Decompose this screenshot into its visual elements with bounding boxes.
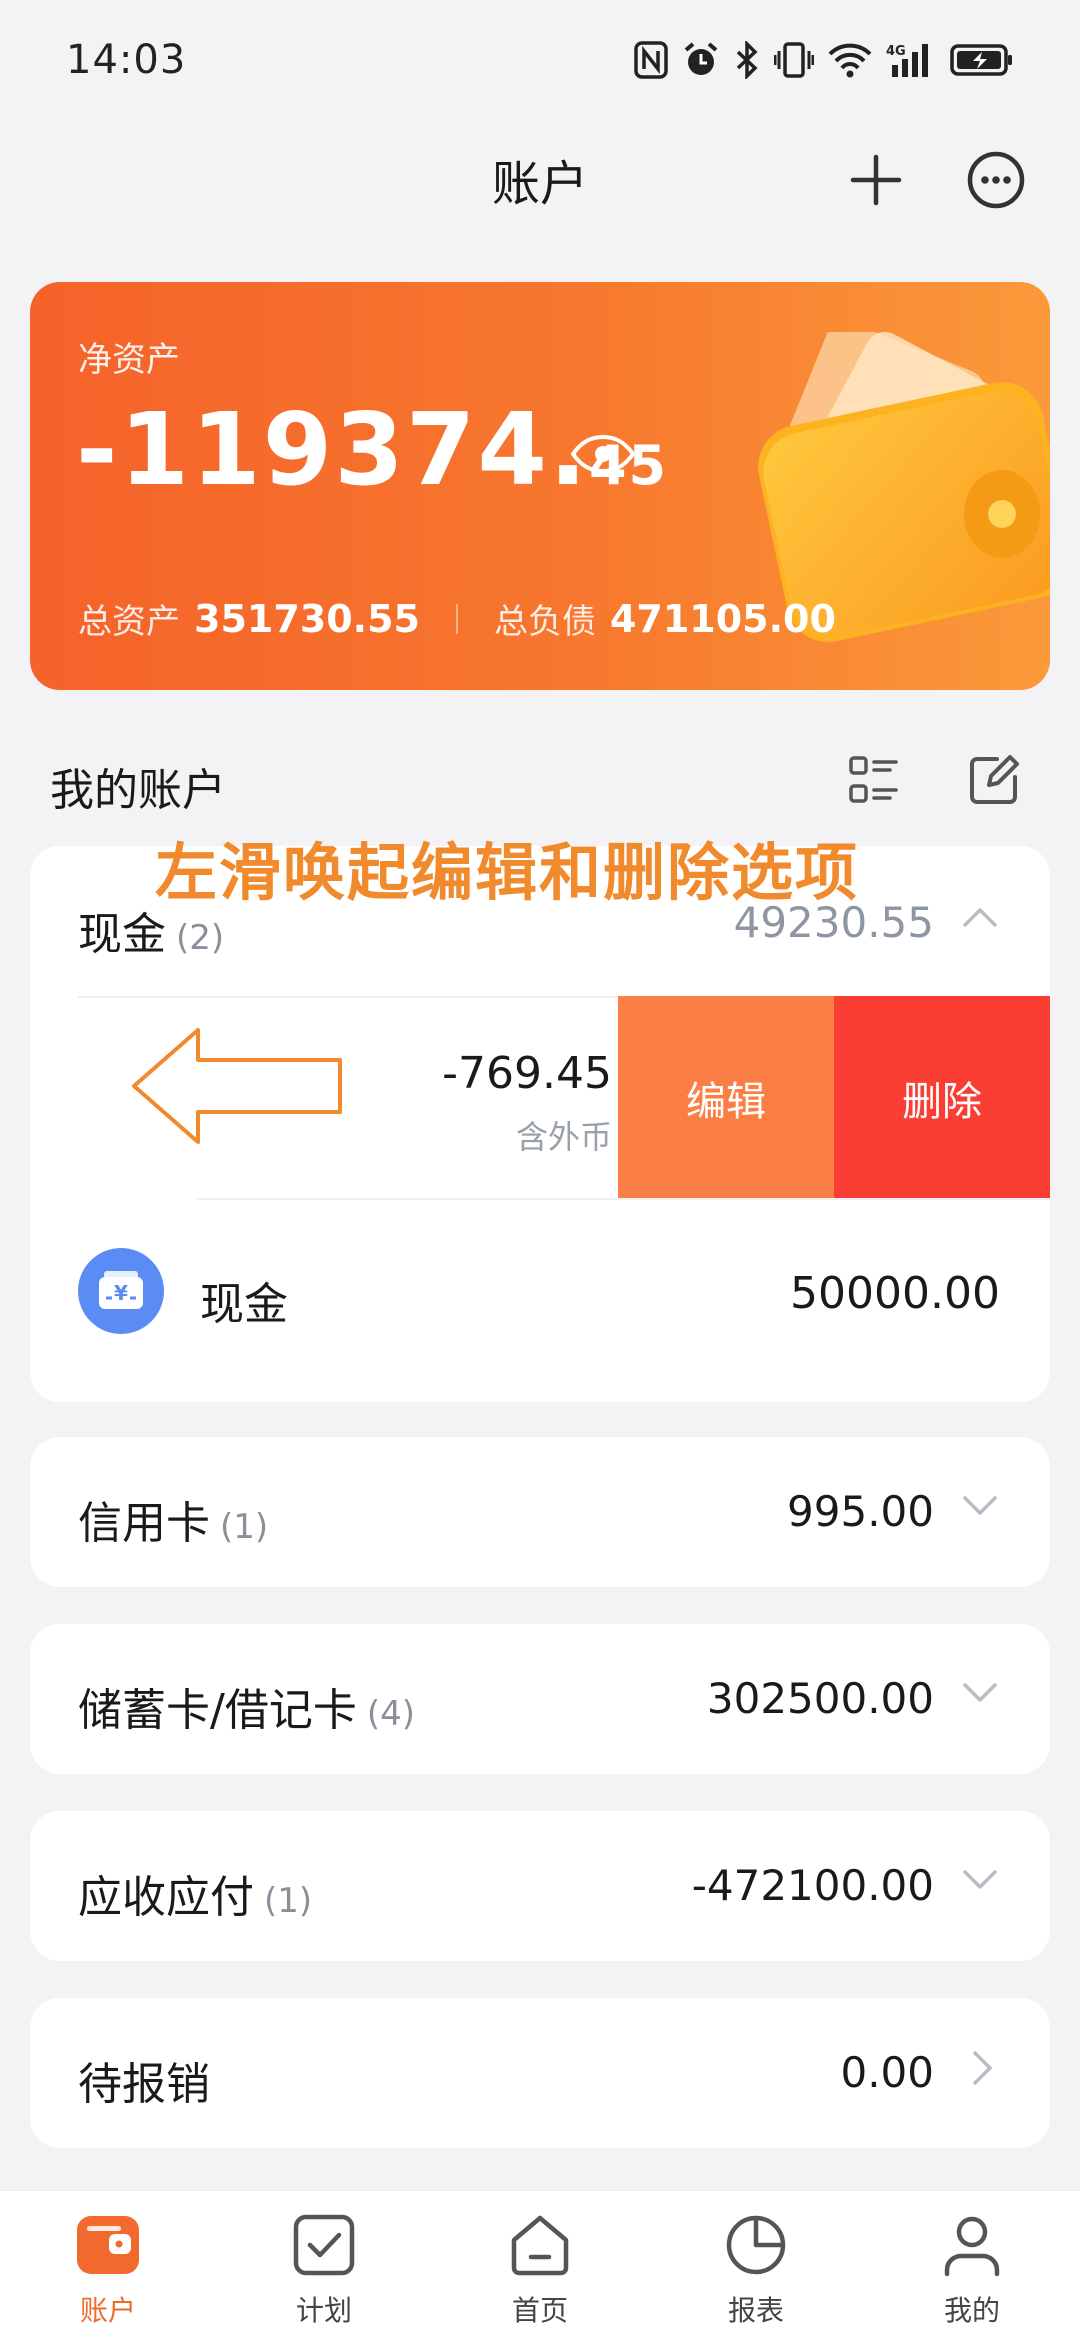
group-title: 应收应付 (1) — [78, 1861, 312, 1925]
group-name: 应收应付 — [78, 1872, 254, 1923]
total-liabilities-value: 471105.00 — [609, 596, 836, 641]
tab-accounts[interactable]: 账户 — [48, 2209, 168, 2340]
group-count: (1) — [264, 1881, 313, 1921]
tab-label: 报表 — [727, 2294, 784, 2327]
plus-icon — [850, 154, 902, 206]
group-amount: 0.00 — [840, 2048, 934, 2097]
arrow-left-icon — [132, 1028, 342, 1144]
account-group-credit-card[interactable]: 信用卡 (1) 995.00 — [30, 1437, 1050, 1587]
chevron-down-icon[interactable] — [962, 1869, 998, 1891]
net-asset-label: 净资产 — [78, 340, 180, 380]
add-account-button[interactable] — [838, 142, 914, 218]
cash-wallet-icon: ¥ — [78, 1248, 164, 1334]
pie-chart-icon — [720, 2209, 792, 2281]
group-count: (4) — [366, 1694, 415, 1734]
group-name: 信用卡 — [78, 1498, 210, 1549]
status-bar: 14:03 4G — [0, 0, 1080, 120]
signal-4g-icon: 4G — [886, 44, 928, 77]
total-assets-value: 351730.55 — [194, 596, 420, 641]
alarm-icon — [684, 42, 718, 75]
chevron-down-icon[interactable] — [962, 1682, 998, 1704]
nfc-icon — [634, 41, 668, 79]
total-assets-label: 总资产 — [78, 602, 180, 642]
tab-label: 计划 — [295, 2294, 352, 2327]
edit-accounts-button[interactable] — [962, 748, 1026, 812]
tab-label: 首页 — [511, 2294, 568, 2327]
person-icon — [936, 2209, 1008, 2281]
tab-plan[interactable]: 计划 — [264, 2209, 384, 2340]
net-asset-card[interactable]: 净资产 -119374.45 总资产 351730.55 总负债 471105.… — [30, 282, 1050, 690]
checkbox-icon — [288, 2209, 360, 2281]
edit-button[interactable]: 编辑 — [618, 996, 834, 1200]
chevron-up-icon[interactable] — [962, 906, 998, 928]
bluetooth-icon — [736, 41, 758, 79]
chevron-down-icon[interactable] — [962, 1495, 998, 1517]
account-amount: -769.45 — [442, 1048, 612, 1099]
list-view-icon — [849, 756, 898, 803]
total-liabilities-label: 总负债 — [493, 602, 596, 642]
group-name: 现金 — [78, 909, 166, 960]
vibrate-icon — [774, 42, 814, 78]
group-count: (2) — [176, 918, 225, 958]
group-title: 信用卡 (1) — [78, 1487, 268, 1551]
battery-charging-icon — [950, 44, 1012, 76]
group-amount: -472100.00 — [691, 1861, 934, 1910]
group-amount: 995.00 — [787, 1487, 934, 1536]
title-bar: 账户 — [0, 120, 1080, 240]
group-title: 待报销 — [78, 2048, 210, 2112]
more-button[interactable] — [958, 142, 1034, 218]
status-icons: 4G — [634, 41, 1014, 79]
edit-icon — [970, 755, 1019, 804]
summary-divider — [455, 603, 458, 634]
account-group-cash: 现金 (2) 49230.55 -769.45 含外币 编辑 删除 ¥ 现金 50… — [30, 846, 1050, 1402]
tab-label: 我的 — [943, 2294, 1000, 2327]
net-asset-value-int: -119374. — [76, 391, 589, 508]
my-accounts-header: 我的账户 — [0, 740, 1080, 820]
more-icon — [967, 151, 1025, 209]
my-accounts-title: 我的账户 — [50, 765, 226, 816]
tab-reports[interactable]: 报表 — [696, 2209, 816, 2340]
swipe-hint-annotation: 左滑唤起编辑和删除选项 — [155, 836, 860, 909]
tab-label: 账户 — [79, 2294, 136, 2327]
eye-icon[interactable] — [570, 434, 636, 474]
tab-home[interactable]: 首页 — [480, 2209, 600, 2340]
group-name: 储蓄卡/借记卡 — [78, 1685, 357, 1736]
chevron-right-icon[interactable] — [972, 2050, 994, 2086]
home-icon — [504, 2209, 576, 2281]
account-group-reimbursement[interactable]: 待报销 0.00 — [30, 1998, 1050, 2148]
group-name: 待报销 — [78, 2059, 210, 2110]
bottom-tab-bar: 账户 计划 首页 报表 我的 — [0, 2190, 1080, 2340]
svg-text:¥: ¥ — [114, 1281, 128, 1305]
account-row-cash[interactable]: ¥ 现金 50000.00 — [30, 1200, 1050, 1402]
account-amount: 50000.00 — [790, 1268, 1000, 1319]
group-count: (1) — [220, 1507, 269, 1547]
account-group-debit-card[interactable]: 储蓄卡/借记卡 (4) 302500.00 — [30, 1624, 1050, 1774]
status-time: 14:03 — [66, 37, 187, 83]
account-name: 现金 — [200, 1279, 288, 1330]
group-title: 储蓄卡/借记卡 (4) — [78, 1674, 415, 1738]
list-view-button[interactable] — [842, 748, 906, 812]
net-asset-summary: 总资产 351730.55 总负债 471105.00 — [78, 594, 836, 643]
account-group-receivable-payable[interactable]: 应收应付 (1) -472100.00 — [30, 1811, 1050, 1961]
tab-me[interactable]: 我的 — [912, 2209, 1032, 2340]
page-title: 账户 — [491, 156, 588, 212]
group-amount: 302500.00 — [706, 1674, 934, 1723]
foreign-currency-note: 含外币 — [515, 1118, 612, 1156]
delete-button[interactable]: 删除 — [834, 996, 1050, 1200]
wallet-icon — [72, 2209, 144, 2281]
wifi-icon — [828, 43, 872, 78]
swiped-account-row[interactable]: -769.45 含外币 编辑 删除 — [30, 996, 1050, 1200]
svg-text:4G: 4G — [886, 44, 906, 59]
